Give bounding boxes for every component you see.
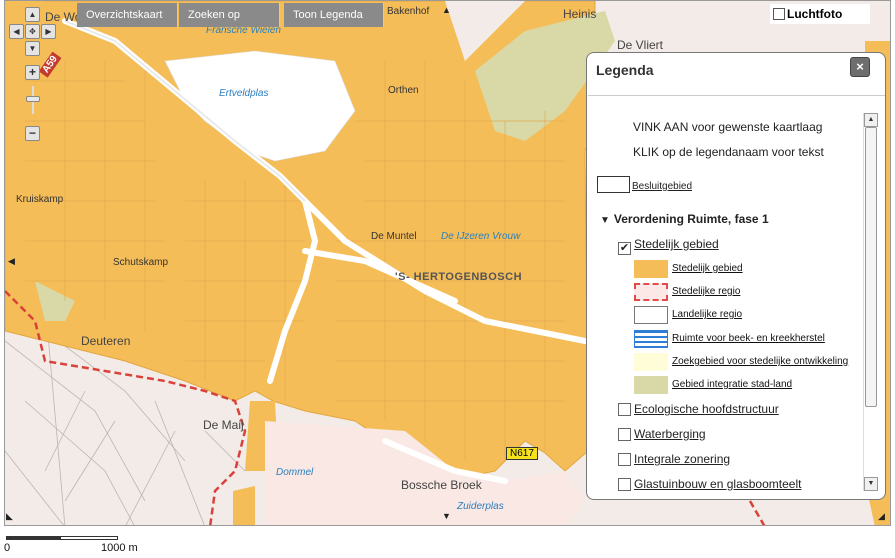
layer-label: Ecologische hoofdstructuur <box>634 402 779 416</box>
scale-bar-segment <box>7 537 61 539</box>
swatch-stedelijke-regio <box>634 283 668 301</box>
layer-checkbox-checked[interactable]: ✔ <box>618 242 631 255</box>
scroll-thumb[interactable] <box>865 127 877 407</box>
layer-integrale-zonering[interactable]: Integrale zonering <box>618 452 730 466</box>
pan-center-button[interactable]: ✥ <box>25 24 40 39</box>
legend-close-button[interactable]: × <box>850 57 870 77</box>
place-label: De Muntel <box>371 231 417 242</box>
layer-checkbox[interactable] <box>618 478 631 491</box>
arrow-left-icon: ◀ <box>13 27 20 36</box>
pan-up-button[interactable]: ▲ <box>25 7 40 22</box>
swatch-label[interactable]: Zoekgebied voor stedelijke ontwikkeling <box>672 356 848 367</box>
road-shield-n617: N617 <box>506 447 538 460</box>
pan-southwest-arrow-icon[interactable]: ◣ <box>6 511 13 522</box>
swatch-label[interactable]: Ruimte voor beek- en kreekherstel <box>672 333 825 344</box>
zoom-in-button[interactable]: + <box>25 65 40 80</box>
layer-label: Integrale zonering <box>634 452 731 466</box>
layer-label: Stedelijk gebied <box>634 237 719 251</box>
scale-start-label: 0 <box>4 542 11 554</box>
legend-body: VINK AAN voor gewenste kaartlaag KLIK op… <box>588 95 885 499</box>
besluitgebied-label: Besluitgebied <box>632 181 693 192</box>
pan-south-arrow-icon[interactable]: ▼ <box>442 511 451 521</box>
show-legend-button[interactable]: Toon Legenda <box>284 3 384 27</box>
place-label: De IJzeren Vrouw <box>441 231 521 242</box>
swatch-besluitgebied <box>597 176 630 193</box>
arrow-up-icon: ▲ <box>28 10 37 19</box>
plus-icon: + <box>28 65 36 79</box>
search-button[interactable]: Zoeken op <box>179 3 280 27</box>
swatch-label[interactable]: Stedelijke regio <box>672 286 740 297</box>
zoom-slider[interactable] <box>25 86 41 114</box>
overview-map-button[interactable]: Overzichtskaart <box>77 3 178 27</box>
place-label: Dommel <box>276 467 314 478</box>
pan-right-button[interactable]: ▶ <box>41 24 56 39</box>
place-label: Bossche Broek <box>401 478 482 492</box>
swatch-label[interactable]: Landelijke regio <box>672 309 742 320</box>
pan-down-button[interactable]: ▼ <box>25 41 40 56</box>
place-label: De Maij <box>203 418 244 432</box>
aerial-photo-label: Luchtfoto <box>787 7 843 21</box>
zoom-out-button[interactable]: − <box>25 126 40 141</box>
layer-ecologische-hoofdstructuur[interactable]: Ecologische hoofdstructuur <box>618 402 779 416</box>
place-label: Orthen <box>388 85 419 96</box>
arrow-right-icon: ▶ <box>45 27 52 36</box>
layer-checkbox[interactable] <box>618 428 631 441</box>
scale-end-label: 1000 m <box>101 542 138 554</box>
layer-label: Glastuinbouw en glasboomteelt <box>634 477 802 491</box>
place-label: De Wo <box>45 10 82 24</box>
scroll-down-icon: ▼ <box>867 480 875 487</box>
legend-scrollbar[interactable]: ▲ ▼ <box>863 113 878 491</box>
swatch-beekherstel <box>634 330 668 348</box>
legend-besluitgebied[interactable]: Besluitgebied <box>597 176 692 193</box>
close-icon: × <box>856 59 864 74</box>
layer-glastuinbouw[interactable]: Glastuinbouw en glasboomteelt <box>618 477 801 491</box>
legend-instruction: VINK AAN voor gewenste kaartlaag <box>633 120 823 134</box>
legend-group-label: Verordening Ruimte, fase 1 <box>613 212 769 226</box>
layer-label: Waterberging <box>634 427 706 441</box>
swatch-integratie <box>634 376 668 394</box>
legend-instruction: KLIK op de legendanaam voor tekst <box>633 145 824 159</box>
legend-panel: Legenda × VINK AAN voor gewenste kaartla… <box>586 52 886 500</box>
swatch-label[interactable]: Gebied integratie stad-land <box>672 379 792 390</box>
place-label: Kruiskamp <box>16 194 64 205</box>
place-label: Zuiderplas <box>457 501 504 512</box>
place-label: Heinis <box>563 7 597 21</box>
swatch-stedelijk-gebied <box>634 260 668 278</box>
scroll-down-button[interactable]: ▼ <box>864 477 878 491</box>
pan-left-button[interactable]: ◀ <box>9 24 24 39</box>
place-label: De Vliert <box>617 38 664 52</box>
zoom-slider-handle[interactable] <box>26 96 40 102</box>
viewer: De Wo Fransche Wielen Bakenhof Heinis De… <box>0 0 895 558</box>
legend-title: Legenda <box>596 62 654 78</box>
layer-stedelijk-gebied[interactable]: ✔ Stedelijk gebied <box>618 237 719 255</box>
swatch-label[interactable]: Stedelijk gebied <box>672 263 743 274</box>
scale-bar <box>6 536 118 540</box>
aerial-photo-checkbox[interactable] <box>773 8 785 20</box>
pan-hand-icon: ✥ <box>29 27 36 36</box>
scroll-up-button[interactable]: ▲ <box>864 113 878 127</box>
expand-triangle-icon: ▼ <box>600 215 610 226</box>
swatch-zoekgebied <box>634 353 668 371</box>
layer-waterberging[interactable]: Waterberging <box>618 427 706 441</box>
arrow-down-icon: ▼ <box>28 44 37 53</box>
pan-north-arrow-icon[interactable]: ▲ <box>442 5 451 15</box>
place-label: Deuteren <box>81 334 131 348</box>
place-label: 'S- HERTOGENBOSCH <box>395 271 523 283</box>
aerial-photo-toggle[interactable]: Luchtfoto <box>770 4 870 24</box>
layer-checkbox[interactable] <box>618 453 631 466</box>
swatch-landelijke-regio <box>634 306 668 324</box>
place-label: Ertveldplas <box>219 88 269 99</box>
minus-icon: − <box>28 126 36 140</box>
place-label: Schutskamp <box>113 257 169 268</box>
pan-southeast-arrow-icon[interactable]: ◢ <box>878 511 885 522</box>
place-label: Bakenhof <box>387 6 430 17</box>
layer-checkbox[interactable] <box>618 403 631 416</box>
pan-west-arrow-icon[interactable]: ◀ <box>8 256 15 267</box>
scroll-up-icon: ▲ <box>867 116 875 123</box>
legend-group-header[interactable]: ▼ Verordening Ruimte, fase 1 <box>600 212 769 226</box>
